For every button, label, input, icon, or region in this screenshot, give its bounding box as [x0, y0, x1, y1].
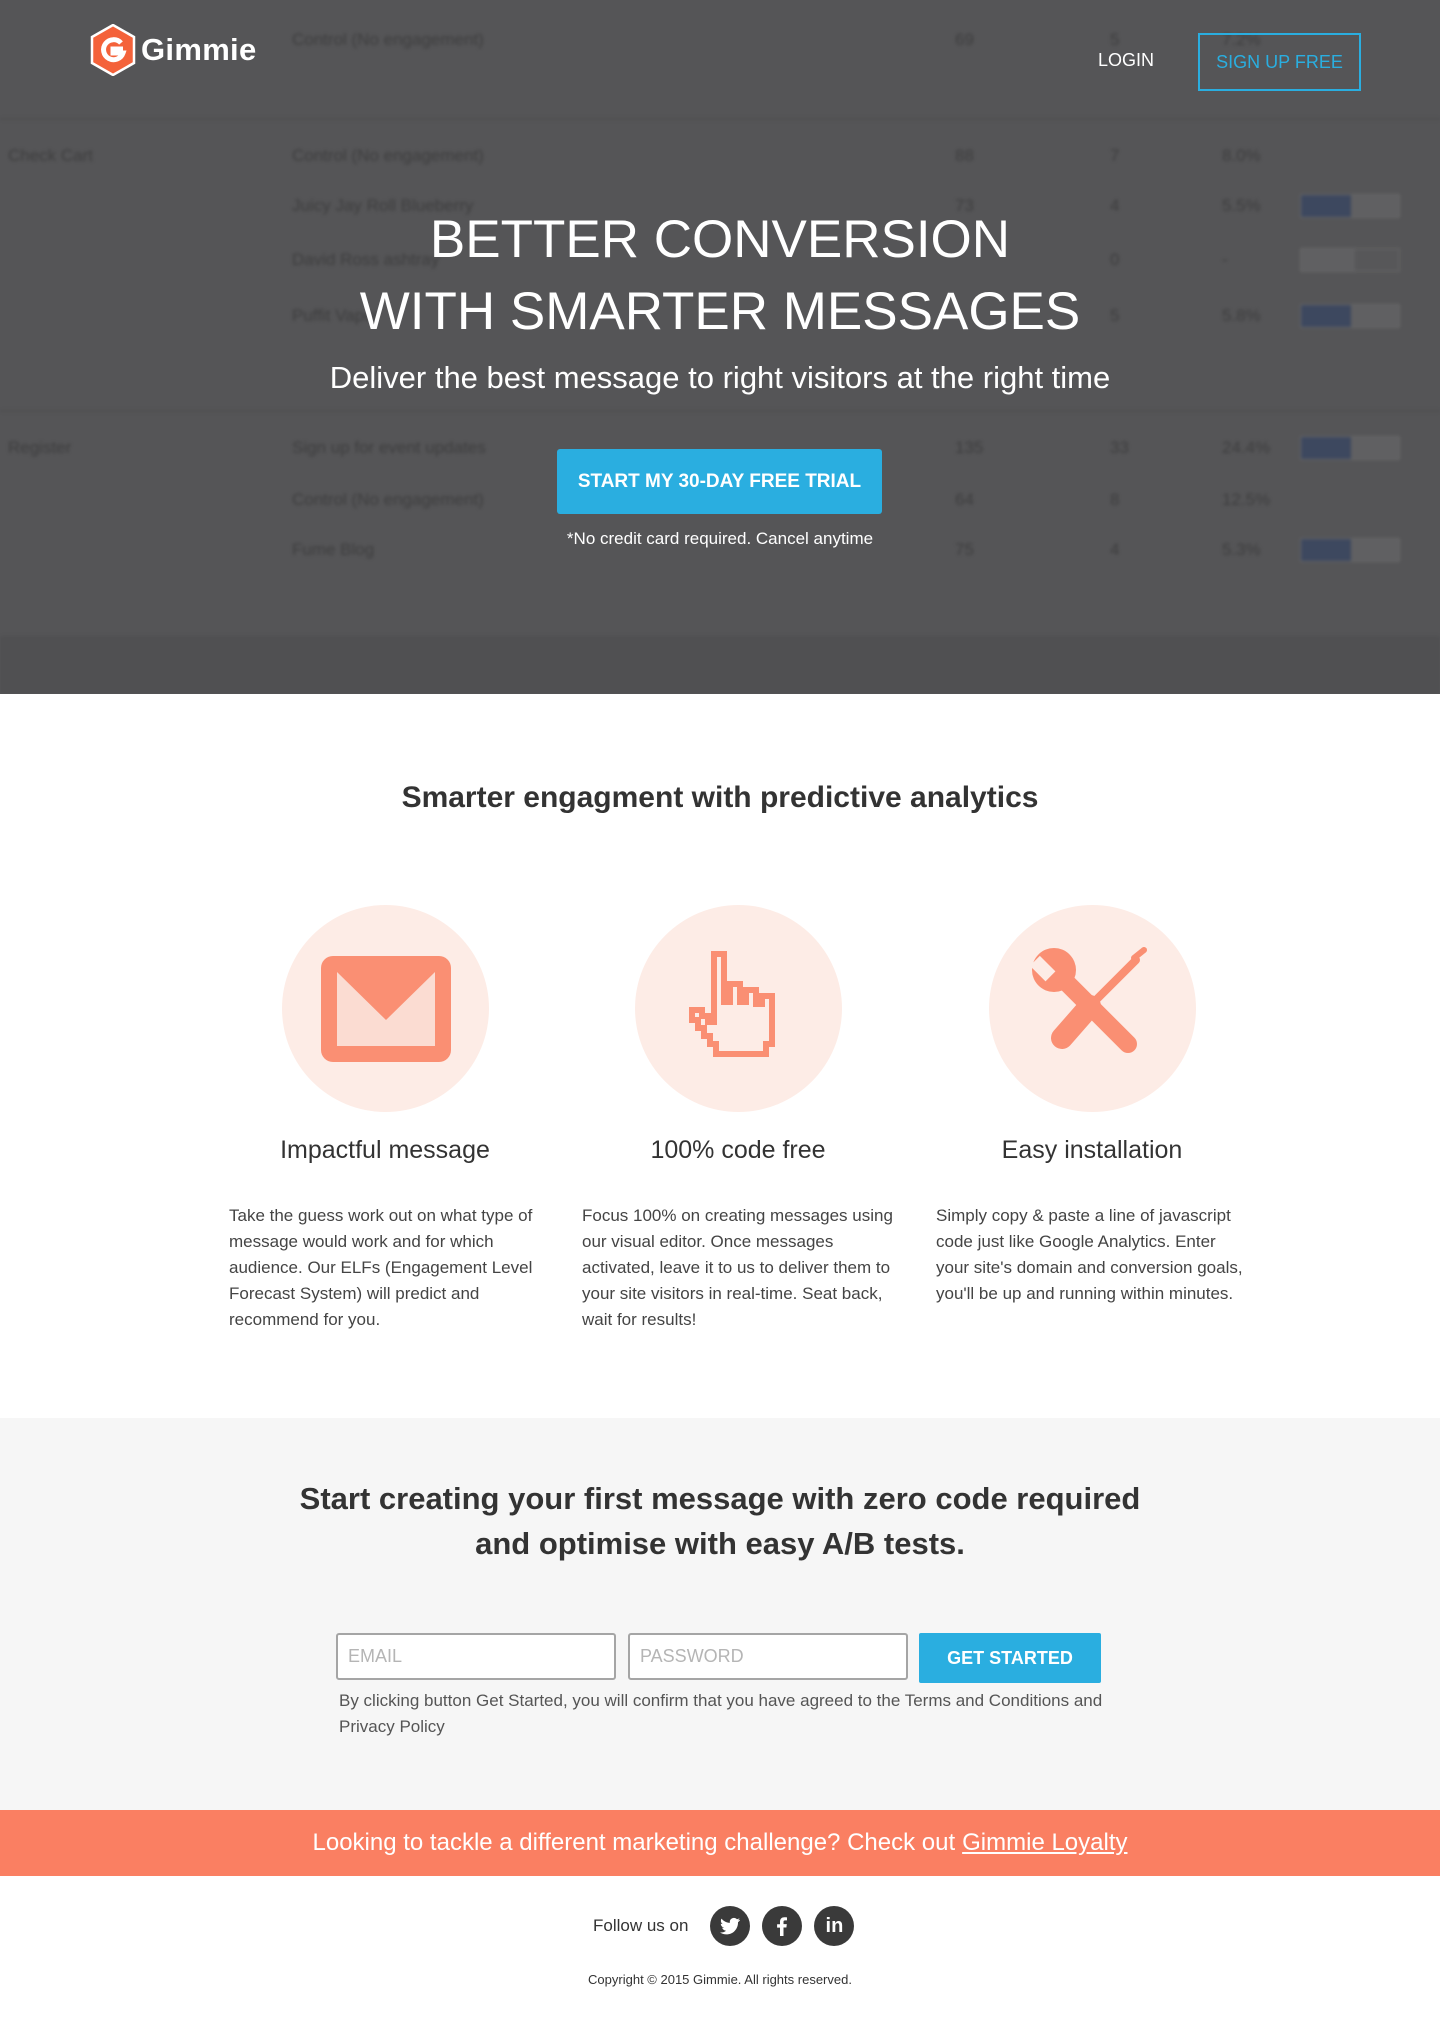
hero-subtitle: Deliver the best message to right visito… [329, 360, 1111, 395]
signup-button[interactable]: SIGN UP FREE [1198, 33, 1361, 91]
table-cell: 33 [1110, 438, 1129, 457]
tools-icon [1029, 946, 1147, 1053]
login-link[interactable]: LOGIN [1098, 50, 1154, 71]
table-cell: 135 [955, 438, 984, 457]
table-cell: Sign up for event updates [292, 438, 486, 457]
loyalty-banner: Looking to tackle a different marketing … [0, 1810, 1440, 1876]
feature-text: Simply copy & paste a line of javascript… [936, 1206, 1243, 1303]
table-cell: 64 [955, 490, 974, 509]
table-cell: Control (No engagement) [292, 490, 484, 509]
twitter-icon[interactable] [710, 1906, 751, 1946]
feature-title: Impactful message [280, 1136, 490, 1164]
terms-text: By clicking button Get Started, you will… [339, 1691, 1103, 1736]
hero-section: Control (No engagement) 69 5 7.2% Check … [0, 0, 1440, 694]
follow-label: Follow us on [593, 1916, 689, 1935]
envelope-icon [320, 955, 451, 1062]
linkedin-glyph: in [825, 1914, 844, 1937]
table-cell: Control (No engagement) [292, 30, 484, 49]
feature-title: 100% code free [650, 1136, 826, 1164]
copyright: Copyright © 2015 Gimmie. All rights rese… [588, 1972, 852, 1987]
feature-text: Focus 100% on creating messages using ou… [582, 1206, 893, 1329]
table-divider [0, 118, 1440, 120]
table-cell: Check Cart [8, 146, 94, 165]
signup-title: Start creating your first message with z… [0, 1476, 1440, 1566]
table-divider [0, 410, 1440, 412]
table-cell: 5 [1110, 30, 1120, 49]
table-footer-band [0, 636, 1440, 694]
feature-title: Easy installation [1001, 1136, 1183, 1164]
toggle-switch [1300, 436, 1400, 460]
brand-name: Gimmie [141, 32, 257, 67]
table-cell: Control (No engagement) [292, 146, 484, 165]
table-cell: 88 [955, 146, 974, 165]
twitter-bird-glyph [720, 1917, 741, 1935]
hero-title-line: WITH SMARTER MESSAGES [359, 282, 1081, 341]
feature-text: Take the guess work out on what type of … [229, 1206, 533, 1329]
brand-logo[interactable]: Gimmie [90, 24, 257, 76]
trial-note: *No credit card required. Cancel anytime [566, 529, 874, 548]
password-field[interactable] [628, 1633, 908, 1680]
facebook-f-glyph [777, 1917, 788, 1936]
hero-title-line: BETTER CONVERSION [429, 210, 1011, 269]
table-row: Check Cart Control (No engagement) 88 7 … [0, 132, 1440, 180]
signup-title-line: and optimise with easy A/B tests. [475, 1526, 965, 1561]
banner-text: Looking to tackle a different marketing … [312, 1829, 956, 1856]
table-cell: 12.5% [1222, 490, 1271, 509]
table-cell: Register [8, 438, 72, 457]
gimmie-loyalty-link[interactable]: Gimmie Loyalty [962, 1829, 1127, 1857]
feature-card: 100% code free Focus 100% on creating me… [582, 905, 894, 1333]
feature-icon-circle [282, 905, 489, 1112]
table-cell: 24.4% [1222, 438, 1271, 457]
social-links: Follow us on in [593, 1906, 855, 1946]
gimmie-logo-icon [90, 24, 136, 76]
linkedin-icon[interactable]: in [814, 1906, 855, 1946]
feature-icon-circle [635, 905, 842, 1112]
feature-card: Easy installation Simply copy & paste a … [936, 905, 1248, 1307]
table-cell: 7 [1110, 146, 1120, 165]
features-title: Smarter engagment with predictive analyt… [401, 781, 1039, 814]
feature-icon-circle [989, 905, 1196, 1112]
table-cell: 8 [1110, 490, 1120, 509]
table-cell: 8.0% [1222, 146, 1261, 165]
feature-card: Impactful message Take the guess work ou… [229, 905, 541, 1333]
get-started-button[interactable]: GET STARTED [919, 1633, 1101, 1683]
facebook-icon[interactable] [762, 1906, 803, 1946]
start-trial-button[interactable]: START MY 30-DAY FREE TRIAL [557, 449, 882, 514]
email-field[interactable] [336, 1633, 616, 1680]
hero-title: BETTER CONVERSION WITH SMARTER MESSAGES [0, 204, 1440, 348]
table-cell: 69 [955, 30, 974, 49]
signup-title-line: Start creating your first message with z… [299, 1481, 1141, 1516]
pointer-hand-icon [688, 950, 775, 1057]
signup-section: Start creating your first message with z… [0, 1418, 1440, 1810]
